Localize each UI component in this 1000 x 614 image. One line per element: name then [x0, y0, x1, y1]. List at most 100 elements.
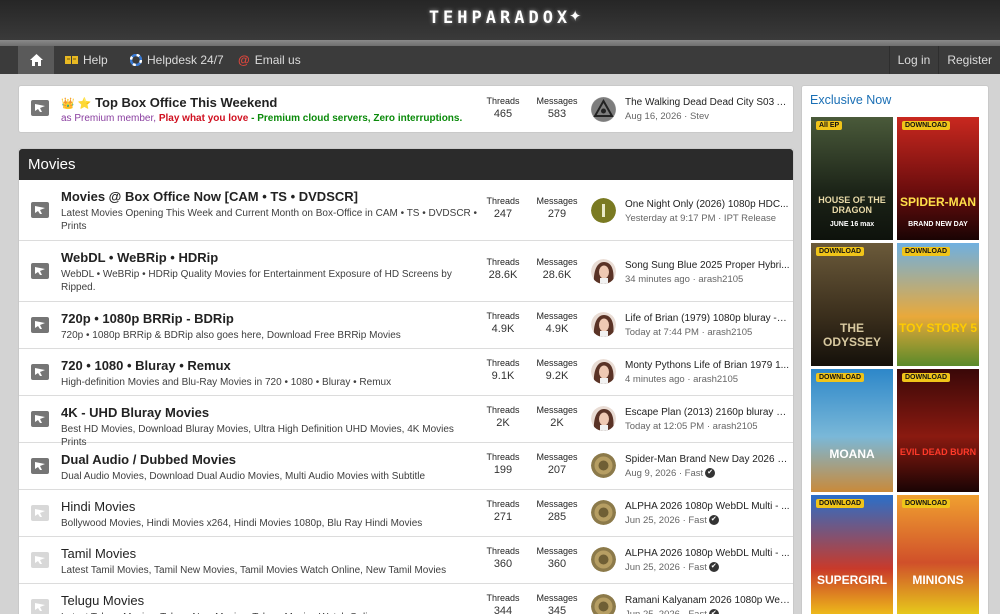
poster-card[interactable]: DOWNLOAD EVIL DEAD BURN — [897, 369, 979, 492]
avatar[interactable] — [591, 406, 616, 431]
forum-description: 720p • 1080p BRRip & BDRip also goes her… — [61, 330, 401, 341]
last-post-meta[interactable]: Today at 12:05 PM · arash2105 — [625, 421, 758, 432]
featured-node[interactable]: 👑 ⭐ Top Box Office This Weekend as Premi… — [18, 85, 794, 133]
avatar[interactable] — [591, 547, 616, 572]
poster-title: MOANA — [829, 447, 875, 461]
forum-title[interactable]: Movies @ Box Office Now [CAM • TS • DVDS… — [61, 189, 358, 204]
poster-card[interactable]: DOWNLOAD MOANA — [811, 369, 893, 492]
poster-subtitle: JUNE 16 max — [829, 221, 875, 228]
forum-messages: Messages 207 — [532, 452, 582, 476]
last-post-title[interactable]: Monty Pythons Life of Brian 1979 1... — [625, 360, 790, 371]
sidebar-title: Exclusive Now — [810, 93, 892, 107]
last-post-meta[interactable]: Aug 9, 2026 · Fast ✔ — [625, 468, 716, 479]
last-post-title[interactable]: ALPHA 2026 1080p WebDL Multi - ... — [625, 501, 790, 512]
featured-tagline: as Premium member, Play what you love - … — [61, 113, 462, 124]
last-post-meta[interactable]: Yesterday at 9:17 PM · IPT Release — [625, 213, 776, 224]
movies-section: Movies Movies @ Box Office Now [CAM • TS… — [18, 148, 794, 614]
poster-card[interactable]: DOWNLOAD TOY STORY 5 — [897, 243, 979, 366]
last-post-title[interactable]: Life of Brian (1979) 1080p bluray -Y... — [625, 313, 790, 324]
forum-title[interactable]: WebDL • WeBRip • HDRip — [61, 250, 218, 265]
poster-card[interactable]: DOWNLOAD MINIONS — [897, 495, 979, 614]
forum-description: Bollywood Movies, Hindi Movies x264, Hin… — [61, 518, 423, 529]
messages-count: 345 — [547, 605, 567, 614]
tagline-part-1: as Premium member, — [61, 113, 157, 124]
home-button[interactable] — [18, 46, 54, 74]
forum-row[interactable]: Tamil Movies Latest Tamil Movies, Tamil N… — [19, 537, 793, 584]
forum-threads: Threads 2K — [478, 405, 528, 429]
threads-count: 360 — [493, 558, 513, 570]
threads-label: Threads — [486, 546, 520, 556]
poster-card[interactable]: DOWNLOAD SPIDER-MAN BRAND NEW DAY — [897, 117, 979, 240]
last-post-title[interactable]: Ramani Kalyanam 2026 1080p Web... — [625, 595, 790, 606]
register-link[interactable]: Register — [938, 46, 1000, 74]
forum-row[interactable]: Hindi Movies Bollywood Movies, Hindi Movi… — [19, 490, 793, 537]
messages-label: Messages — [536, 452, 578, 462]
last-post-meta[interactable]: Jun 25, 2026 · Fast✔ — [625, 609, 719, 614]
forum-row[interactable]: Movies @ Box Office Now [CAM • TS • DVDS… — [19, 180, 793, 241]
messages-label: Messages — [536, 499, 578, 509]
last-post-title[interactable]: Song Sung Blue 2025 Proper Hybri... — [625, 260, 790, 271]
last-post-title[interactable]: Escape Plan (2013) 2160p bluray x2... — [625, 407, 790, 418]
nav-help[interactable]: Help — [65, 53, 108, 67]
forum-row[interactable]: 720p • 1080p BRRip - BDRip 720p • 1080p B… — [19, 302, 793, 349]
last-post-meta[interactable]: Jun 25, 2026 · Fast✔ — [625, 562, 719, 573]
forum-messages: Messages 279 — [532, 196, 582, 220]
featured-title-line[interactable]: 👑 ⭐ Top Box Office This Weekend — [61, 95, 277, 110]
tagline-part-4: Premium cloud servers, Zero interruption… — [257, 113, 463, 124]
nav-email[interactable]: @ Email us — [238, 53, 301, 67]
last-post-meta[interactable]: 4 minutes ago · arash2105 — [625, 374, 738, 385]
forum-row[interactable]: Dual Audio / Dubbed Movies Dual Audio Mov… — [19, 443, 793, 490]
forum-row[interactable]: 720 • 1080 • Bluray • Remux High-definiti… — [19, 349, 793, 396]
poster-tag: DOWNLOAD — [902, 373, 950, 382]
threads-label: Threads — [486, 593, 520, 603]
last-post-title[interactable]: ALPHA 2026 1080p WebDL Multi - ... — [625, 548, 790, 559]
last-post-meta[interactable]: Today at 7:44 PM · arash2105 — [625, 327, 752, 338]
last-post-meta[interactable]: Aug 16, 2026 · Stev — [625, 111, 709, 122]
poster-title: MINIONS — [912, 573, 964, 587]
poster-tag: DOWNLOAD — [816, 499, 864, 508]
nav-helpdesk[interactable]: Helpdesk 24/7 — [130, 53, 224, 67]
poster-card[interactable]: DOWNLOAD SUPERGIRL — [811, 495, 893, 614]
last-post-title[interactable]: Spider-Man Brand New Day 2026 1... — [625, 454, 790, 465]
forum-title[interactable]: 720p • 1080p BRRip - BDRip — [61, 311, 234, 326]
site-logo[interactable]: TEHPARADOX ✦ — [0, 2, 1000, 28]
avatar[interactable] — [591, 594, 616, 614]
avatar[interactable] — [591, 97, 616, 122]
login-link[interactable]: Log in — [888, 46, 939, 74]
threads-label: Threads — [486, 196, 520, 206]
poster-card[interactable]: DOWNLOAD THE ODYSSEY — [811, 243, 893, 366]
threads-count: 344 — [493, 605, 513, 614]
forum-icon — [31, 411, 49, 427]
avatar[interactable] — [591, 500, 616, 525]
forum-title[interactable]: 720 • 1080 • Bluray • Remux — [61, 358, 231, 373]
poster-card[interactable]: All EP HOUSE OF THE DRAGON JUNE 16 max — [811, 117, 893, 240]
forum-title[interactable]: Telugu Movies — [61, 593, 144, 608]
section-header[interactable]: Movies — [19, 149, 793, 180]
last-post-meta[interactable]: Jun 25, 2026 · Fast✔ — [625, 515, 719, 526]
avatar[interactable] — [591, 453, 616, 478]
threads-label: Threads — [486, 257, 520, 267]
forum-row[interactable]: 4K - UHD Bluray Movies Best HD Movies, Do… — [19, 396, 793, 448]
forum-threads: Threads 247 — [478, 196, 528, 220]
forum-title[interactable]: Dual Audio / Dubbed Movies — [61, 452, 236, 467]
last-post-title[interactable]: One Night Only (2026) 1080p HDC... — [625, 199, 790, 210]
forum-messages: Messages 4.9K — [532, 311, 582, 335]
avatar[interactable] — [591, 312, 616, 337]
forum-description: Dual Audio Movies, Download Dual Audio M… — [61, 471, 426, 482]
verified-icon: ✔ — [708, 562, 719, 573]
threads-count: 465 — [493, 108, 513, 120]
last-post-title[interactable]: The Walking Dead Dead City S03 All ... — [625, 97, 790, 108]
avatar[interactable] — [591, 198, 616, 223]
forum-title[interactable]: Tamil Movies — [61, 546, 136, 561]
last-post-meta-text: Today at 7:44 PM · arash2105 — [625, 327, 753, 338]
forum-row[interactable]: WebDL • WeBRip • HDRip WebDL • WeBRip • H… — [19, 241, 793, 302]
forum-title[interactable]: 4K - UHD Bluray Movies — [61, 405, 209, 420]
threads-count: 4.9K — [491, 323, 515, 335]
last-post-meta[interactable]: 34 minutes ago · arash2105 — [625, 274, 743, 285]
messages-count: 28.6K — [542, 269, 572, 281]
forum-title[interactable]: Hindi Movies — [61, 499, 135, 514]
forum-row[interactable]: Telugu MoviesLatest Telugu Movies, Telug… — [19, 584, 793, 614]
last-post-meta-text: Today at 12:05 PM · arash2105 — [625, 421, 758, 432]
avatar[interactable] — [591, 259, 616, 284]
avatar[interactable] — [591, 359, 616, 384]
